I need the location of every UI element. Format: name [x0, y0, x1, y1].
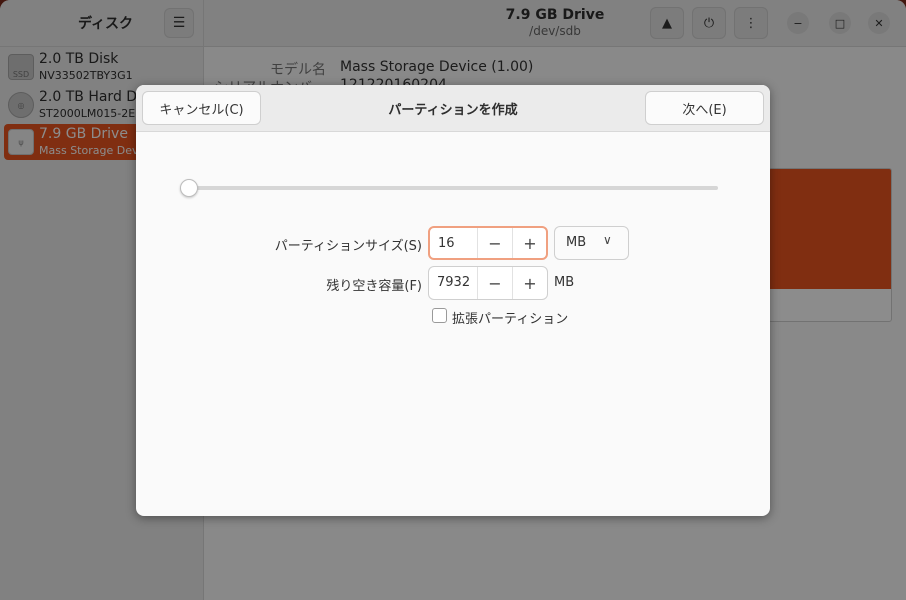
free-space-input[interactable]: 7932: [437, 275, 470, 290]
plus-icon: +: [523, 273, 537, 293]
minus-icon: −: [488, 273, 502, 293]
next-button[interactable]: 次へ(E): [645, 91, 764, 125]
free-space-stepper[interactable]: 7932 − +: [428, 266, 548, 300]
decrease-free-button[interactable]: −: [477, 267, 512, 299]
dialog-header: キャンセル(C) パーティションを作成 次へ(E): [136, 85, 770, 132]
size-unit-select[interactable]: MB ∨: [554, 226, 629, 260]
extended-partition-label[interactable]: 拡張パーティション: [452, 308, 568, 327]
increase-free-button[interactable]: +: [512, 267, 547, 299]
create-partition-dialog: キャンセル(C) パーティションを作成 次へ(E) パーティションサイズ(S) …: [136, 85, 770, 516]
chevron-down-icon: ∨: [603, 233, 612, 247]
increase-size-button[interactable]: +: [512, 228, 546, 258]
unit-value: MB: [566, 235, 587, 250]
minus-icon: −: [488, 233, 502, 253]
partition-size-stepper[interactable]: 16 − +: [428, 226, 548, 260]
free-space-unit: MB: [554, 275, 575, 290]
plus-icon: +: [523, 233, 537, 253]
slider-handle[interactable]: [180, 179, 198, 197]
free-space-label: 残り空き容量(F): [326, 279, 422, 294]
extended-partition-checkbox[interactable]: [432, 308, 447, 323]
partition-size-input[interactable]: 16: [438, 236, 455, 251]
partition-size-slider[interactable]: [190, 186, 718, 190]
partition-size-label: パーティションサイズ(S): [274, 239, 422, 254]
decrease-size-button[interactable]: −: [477, 228, 512, 258]
